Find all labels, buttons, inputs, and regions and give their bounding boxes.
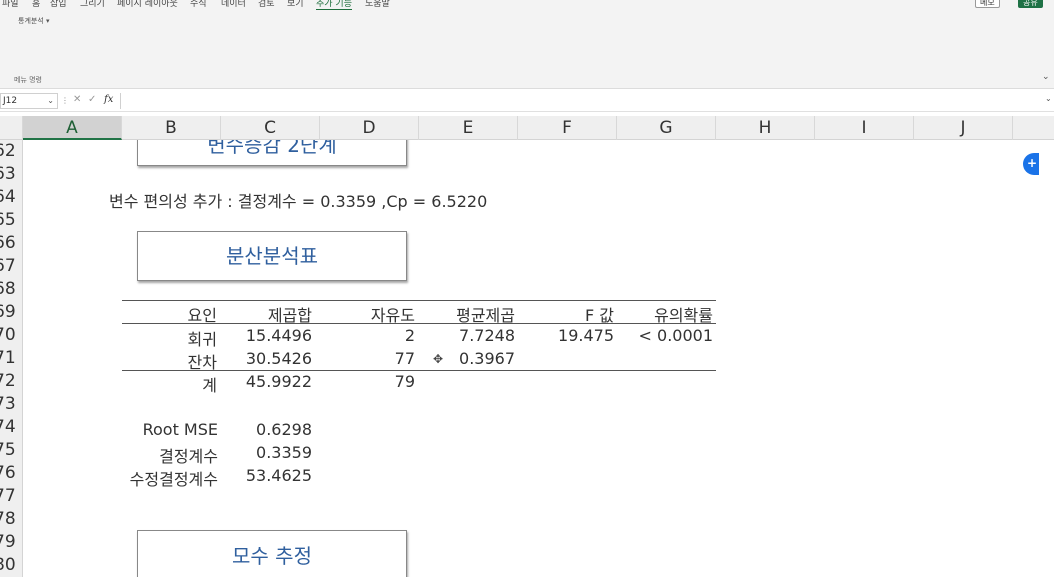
share-button[interactable]: 공유 (1018, 0, 1043, 8)
row-header[interactable]: 72 (0, 370, 22, 393)
row-header[interactable]: 71 (0, 347, 22, 370)
anova-header-ms: 평균제곱 (456, 306, 515, 325)
anova-cell: 77 (394, 349, 415, 368)
plus-icon: + (1027, 156, 1038, 170)
table-top-rule (122, 300, 716, 301)
anova-cell: 잔차 (187, 353, 217, 372)
row-header[interactable]: 62 (0, 140, 22, 163)
row-header[interactable]: 74 (0, 416, 22, 439)
insert-function-icon[interactable]: fx (104, 94, 113, 105)
tab-data[interactable]: 데이터 (221, 0, 246, 9)
row-header[interactable]: 67 (0, 255, 22, 278)
column-header-g[interactable]: G (617, 116, 716, 140)
formula-bar: J12 ⌄ ⋮ ✕ ✓ fx ⌄ (0, 92, 1054, 112)
row-header[interactable]: 80 (0, 554, 22, 577)
row-header[interactable]: 79 (0, 531, 22, 554)
anova-cell: < 0.0001 (638, 326, 713, 345)
anova-cell: 79 (394, 372, 415, 391)
tab-home[interactable]: 홈 (32, 0, 40, 9)
stat-value: 53.4625 (245, 466, 312, 485)
stat-analysis-label: 통계분석 (18, 17, 44, 25)
tab-addins[interactable]: 추가 기능 (316, 0, 352, 10)
chevron-down-icon: ⌄ (47, 96, 54, 105)
anova-header-f: F 값 (584, 306, 614, 325)
row-header[interactable]: 68 (0, 278, 22, 301)
column-headers: A B C D E F G H I J (0, 116, 1054, 140)
tab-help[interactable]: 도움말 (365, 0, 390, 9)
anova-cell: 7.7248 (459, 326, 515, 345)
column-header-j[interactable]: J (914, 116, 1013, 140)
select-all-corner[interactable] (0, 116, 23, 140)
param-estimate-title-box: 모수 추정 (137, 530, 407, 577)
chevron-down-icon: ▾ (46, 17, 50, 25)
row-header[interactable]: 69 (0, 301, 22, 324)
anova-header-df: 자유도 (370, 306, 415, 325)
stat-value: 0.3359 (256, 443, 312, 462)
row-header[interactable]: 63 (0, 163, 22, 186)
side-panel-toggle[interactable]: + (1023, 153, 1039, 175)
column-header-b[interactable]: B (122, 116, 221, 140)
memo-button[interactable]: 메모 (975, 0, 1000, 8)
tab-formulas[interactable]: 수식 (190, 0, 207, 9)
name-box-value: J12 (3, 96, 18, 106)
worksheet-grid[interactable]: 변수증감 2단계 변수 편의성 추가 : 결정계수 = 0.3359 ,Cp =… (23, 140, 1054, 577)
row-header[interactable]: 70 (0, 324, 22, 347)
cancel-icon[interactable]: ✕ (73, 94, 81, 105)
name-box[interactable]: J12 ⌄ (0, 93, 58, 109)
ribbon-collapse-icon[interactable]: ⌄ (1042, 72, 1050, 82)
anova-cell: 30.5426 (245, 349, 312, 368)
column-header-i[interactable]: I (815, 116, 914, 140)
column-header-a[interactable]: A (23, 116, 122, 140)
step-title-box: 변수증감 2단계 (137, 140, 407, 166)
cell-cursor-icon: ✥ (433, 352, 444, 366)
anova-cell: 2 (404, 326, 415, 345)
row-header[interactable]: 75 (0, 439, 22, 462)
row-header[interactable]: 66 (0, 232, 22, 255)
anova-header-ss: 제곱합 (267, 306, 312, 325)
column-header-f[interactable]: F (518, 116, 617, 140)
tab-draw[interactable]: 그리기 (80, 0, 105, 9)
tab-view[interactable]: 보기 (287, 0, 304, 9)
tab-page-layout[interactable]: 페이지 레이아웃 (117, 0, 178, 9)
tab-insert[interactable]: 삽입 (50, 0, 67, 9)
row-header[interactable]: 78 (0, 508, 22, 531)
row-header[interactable]: 76 (0, 462, 22, 485)
formula-input[interactable] (120, 93, 1054, 109)
column-header-h[interactable]: H (716, 116, 815, 140)
more-options-icon: ⋮ (61, 96, 69, 105)
column-header-d[interactable]: D (320, 116, 419, 140)
expand-formula-icon[interactable]: ⌄ (1045, 94, 1052, 103)
stat-label: 결정계수 (159, 447, 218, 466)
ribbon-tab-bar: 파일 홈 삽입 그리기 페이지 레이아웃 수식 데이터 검토 보기 추가 기능 … (0, 0, 1054, 10)
anova-title-box: 분산분석표 (137, 231, 407, 281)
row-header[interactable]: 65 (0, 209, 22, 232)
anova-cell: 15.4496 (245, 326, 312, 345)
anova-cell: 45.9922 (245, 372, 312, 391)
enter-icon[interactable]: ✓ (88, 94, 96, 105)
anova-cell: 계 (202, 376, 217, 395)
ribbon-group-label: 메뉴 명령 (14, 76, 42, 84)
row-headers: 62 63 64 65 66 67 68 69 70 71 72 73 74 7… (0, 140, 23, 577)
row-header[interactable]: 73 (0, 393, 22, 416)
ribbon-body: 통계분석 ▾ 메뉴 명령 ⌄ (0, 10, 1054, 89)
row-header[interactable]: 77 (0, 485, 22, 508)
stat-value: 0.6298 (256, 420, 312, 439)
stat-analysis-menu-button[interactable]: 통계분석 ▾ (18, 16, 50, 26)
stat-label: 수정결정계수 (129, 470, 218, 489)
tab-file[interactable]: 파일 (2, 0, 19, 9)
column-header-c[interactable]: C (221, 116, 320, 140)
column-header-e[interactable]: E (419, 116, 518, 140)
tab-review[interactable]: 검토 (258, 0, 275, 9)
stat-label: Root MSE (142, 420, 218, 439)
anova-header-p: 유의확률 (654, 306, 713, 325)
anova-cell: 회귀 (187, 330, 217, 349)
variable-note: 변수 편의성 추가 : 결정계수 = 0.3359 ,Cp = 6.5220 (109, 192, 488, 211)
anova-cell: 19.475 (558, 326, 614, 345)
row-header[interactable]: 64 (0, 186, 22, 209)
anova-header-source: 요인 (187, 306, 217, 325)
